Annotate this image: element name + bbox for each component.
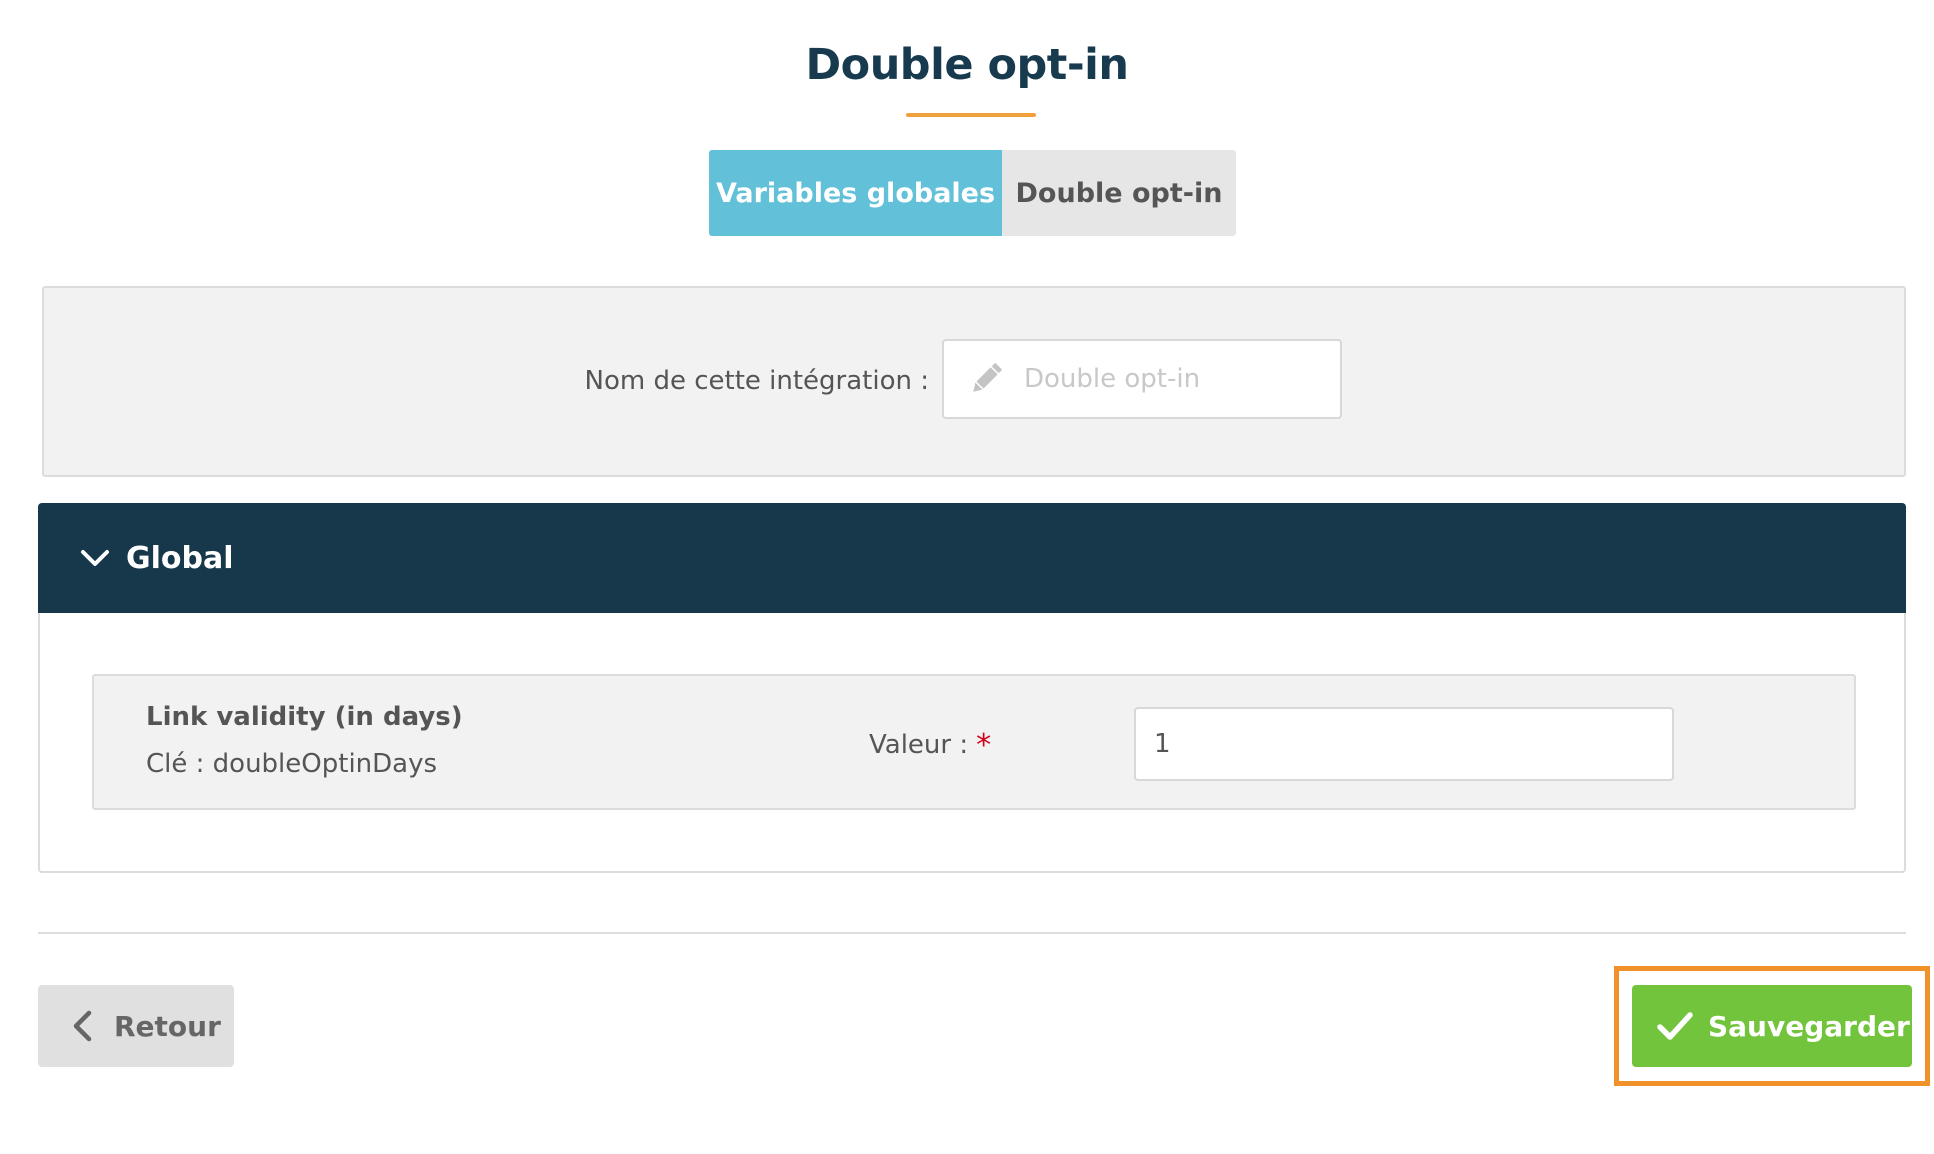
- integration-name-field[interactable]: [942, 339, 1342, 419]
- required-mark: *: [976, 728, 992, 763]
- save-button[interactable]: Sauvegarder: [1632, 985, 1912, 1067]
- integration-name-input[interactable]: [1024, 341, 1324, 417]
- global-section-header[interactable]: Global: [38, 503, 1906, 613]
- integration-name-panel: Nom de cette intégration :: [42, 286, 1906, 477]
- value-label-text: Valeur :: [869, 730, 969, 760]
- variable-row: Link validity (in days) Clé : doubleOpti…: [92, 674, 1856, 810]
- title-underline: [906, 113, 1036, 117]
- variable-value-input[interactable]: [1134, 707, 1674, 781]
- tab-double-opt-in[interactable]: Double opt-in: [1002, 150, 1236, 236]
- tab-bar: Variables globales Double opt-in: [709, 150, 1236, 236]
- global-section-title: Global: [126, 540, 234, 576]
- check-icon: [1657, 1012, 1693, 1040]
- integration-name-label: Nom de cette intégration :: [584, 366, 930, 396]
- global-section: Global Link validity (in days) Clé : dou…: [38, 503, 1906, 873]
- chevron-left-icon: [73, 1010, 92, 1042]
- variable-key: Clé : doubleOptinDays: [146, 749, 438, 779]
- variable-name: Link validity (in days): [146, 702, 463, 732]
- variable-value-label: Valeur : *: [869, 728, 991, 763]
- tab-variables-globales[interactable]: Variables globales: [709, 150, 1002, 236]
- back-button-label: Retour: [114, 1009, 221, 1043]
- back-button[interactable]: Retour: [38, 985, 234, 1067]
- chevron-down-icon: [81, 550, 109, 566]
- pencil-icon: [973, 363, 1002, 392]
- page-title: Double opt-in: [805, 40, 1129, 90]
- footer-divider: [38, 932, 1906, 934]
- save-button-label: Sauvegarder: [1708, 1009, 1910, 1043]
